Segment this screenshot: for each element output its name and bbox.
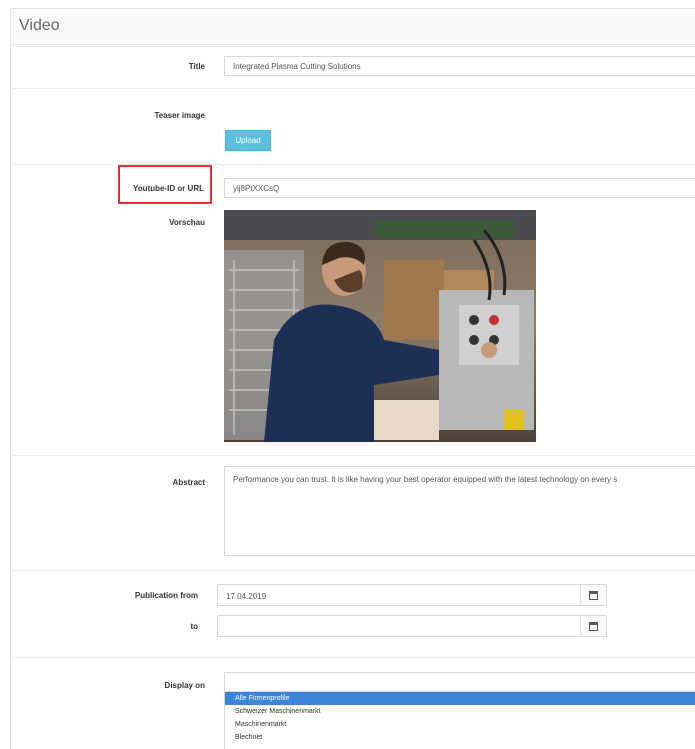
publication-to-input[interactable] [217,615,607,637]
option-blechnet[interactable]: Blechnet [225,731,695,744]
youtube-id-input[interactable]: ylj8PtXXCsQ [224,178,695,198]
display-on-listbox[interactable]: Alle Firmenprofile Schweizer Maschinenma… [224,692,695,749]
divider [12,657,695,658]
calendar-button[interactable] [580,616,606,636]
panel-header: Video [11,9,695,45]
publication-to-label: to [190,622,198,631]
calendar-button[interactable] [580,585,606,605]
upload-button[interactable]: Upload [225,130,271,151]
display-on-label: Display on [164,681,205,690]
video-preview[interactable] [224,210,536,442]
option-schweizer-maschinenmarkt[interactable]: Schweizer Maschinenmarkt [225,705,695,718]
teaser-image-label: Teaser image [154,111,205,120]
calendar-icon [589,621,598,631]
option-alle-firmenprofile[interactable]: Alle Firmenprofile [225,692,695,705]
divider [12,46,695,47]
abstract-textarea[interactable]: Performance you can trust. It is like ha… [224,466,695,556]
youtube-id-highlight [118,165,212,204]
publication-from-input[interactable]: 17.04.2019 [217,584,607,606]
display-on-select[interactable] [224,672,695,692]
title-input[interactable]: Integrated Plasma Cutting Solutions [224,56,695,76]
abstract-label: Abstract [172,478,205,487]
calendar-icon [589,590,598,600]
option-maschinenmarkt[interactable]: Maschinenmarkt [225,718,695,731]
panel-title: Video [19,17,60,34]
publication-from-label: Publication from [134,591,198,600]
preview-label: Vorschau [169,218,205,227]
divider [12,164,695,165]
divider [12,88,695,89]
video-thumbnail [224,210,536,442]
publication-from-value: 17.04.2019 [226,592,267,601]
divider [12,455,695,456]
divider [12,570,695,571]
title-label: Title [188,62,205,71]
